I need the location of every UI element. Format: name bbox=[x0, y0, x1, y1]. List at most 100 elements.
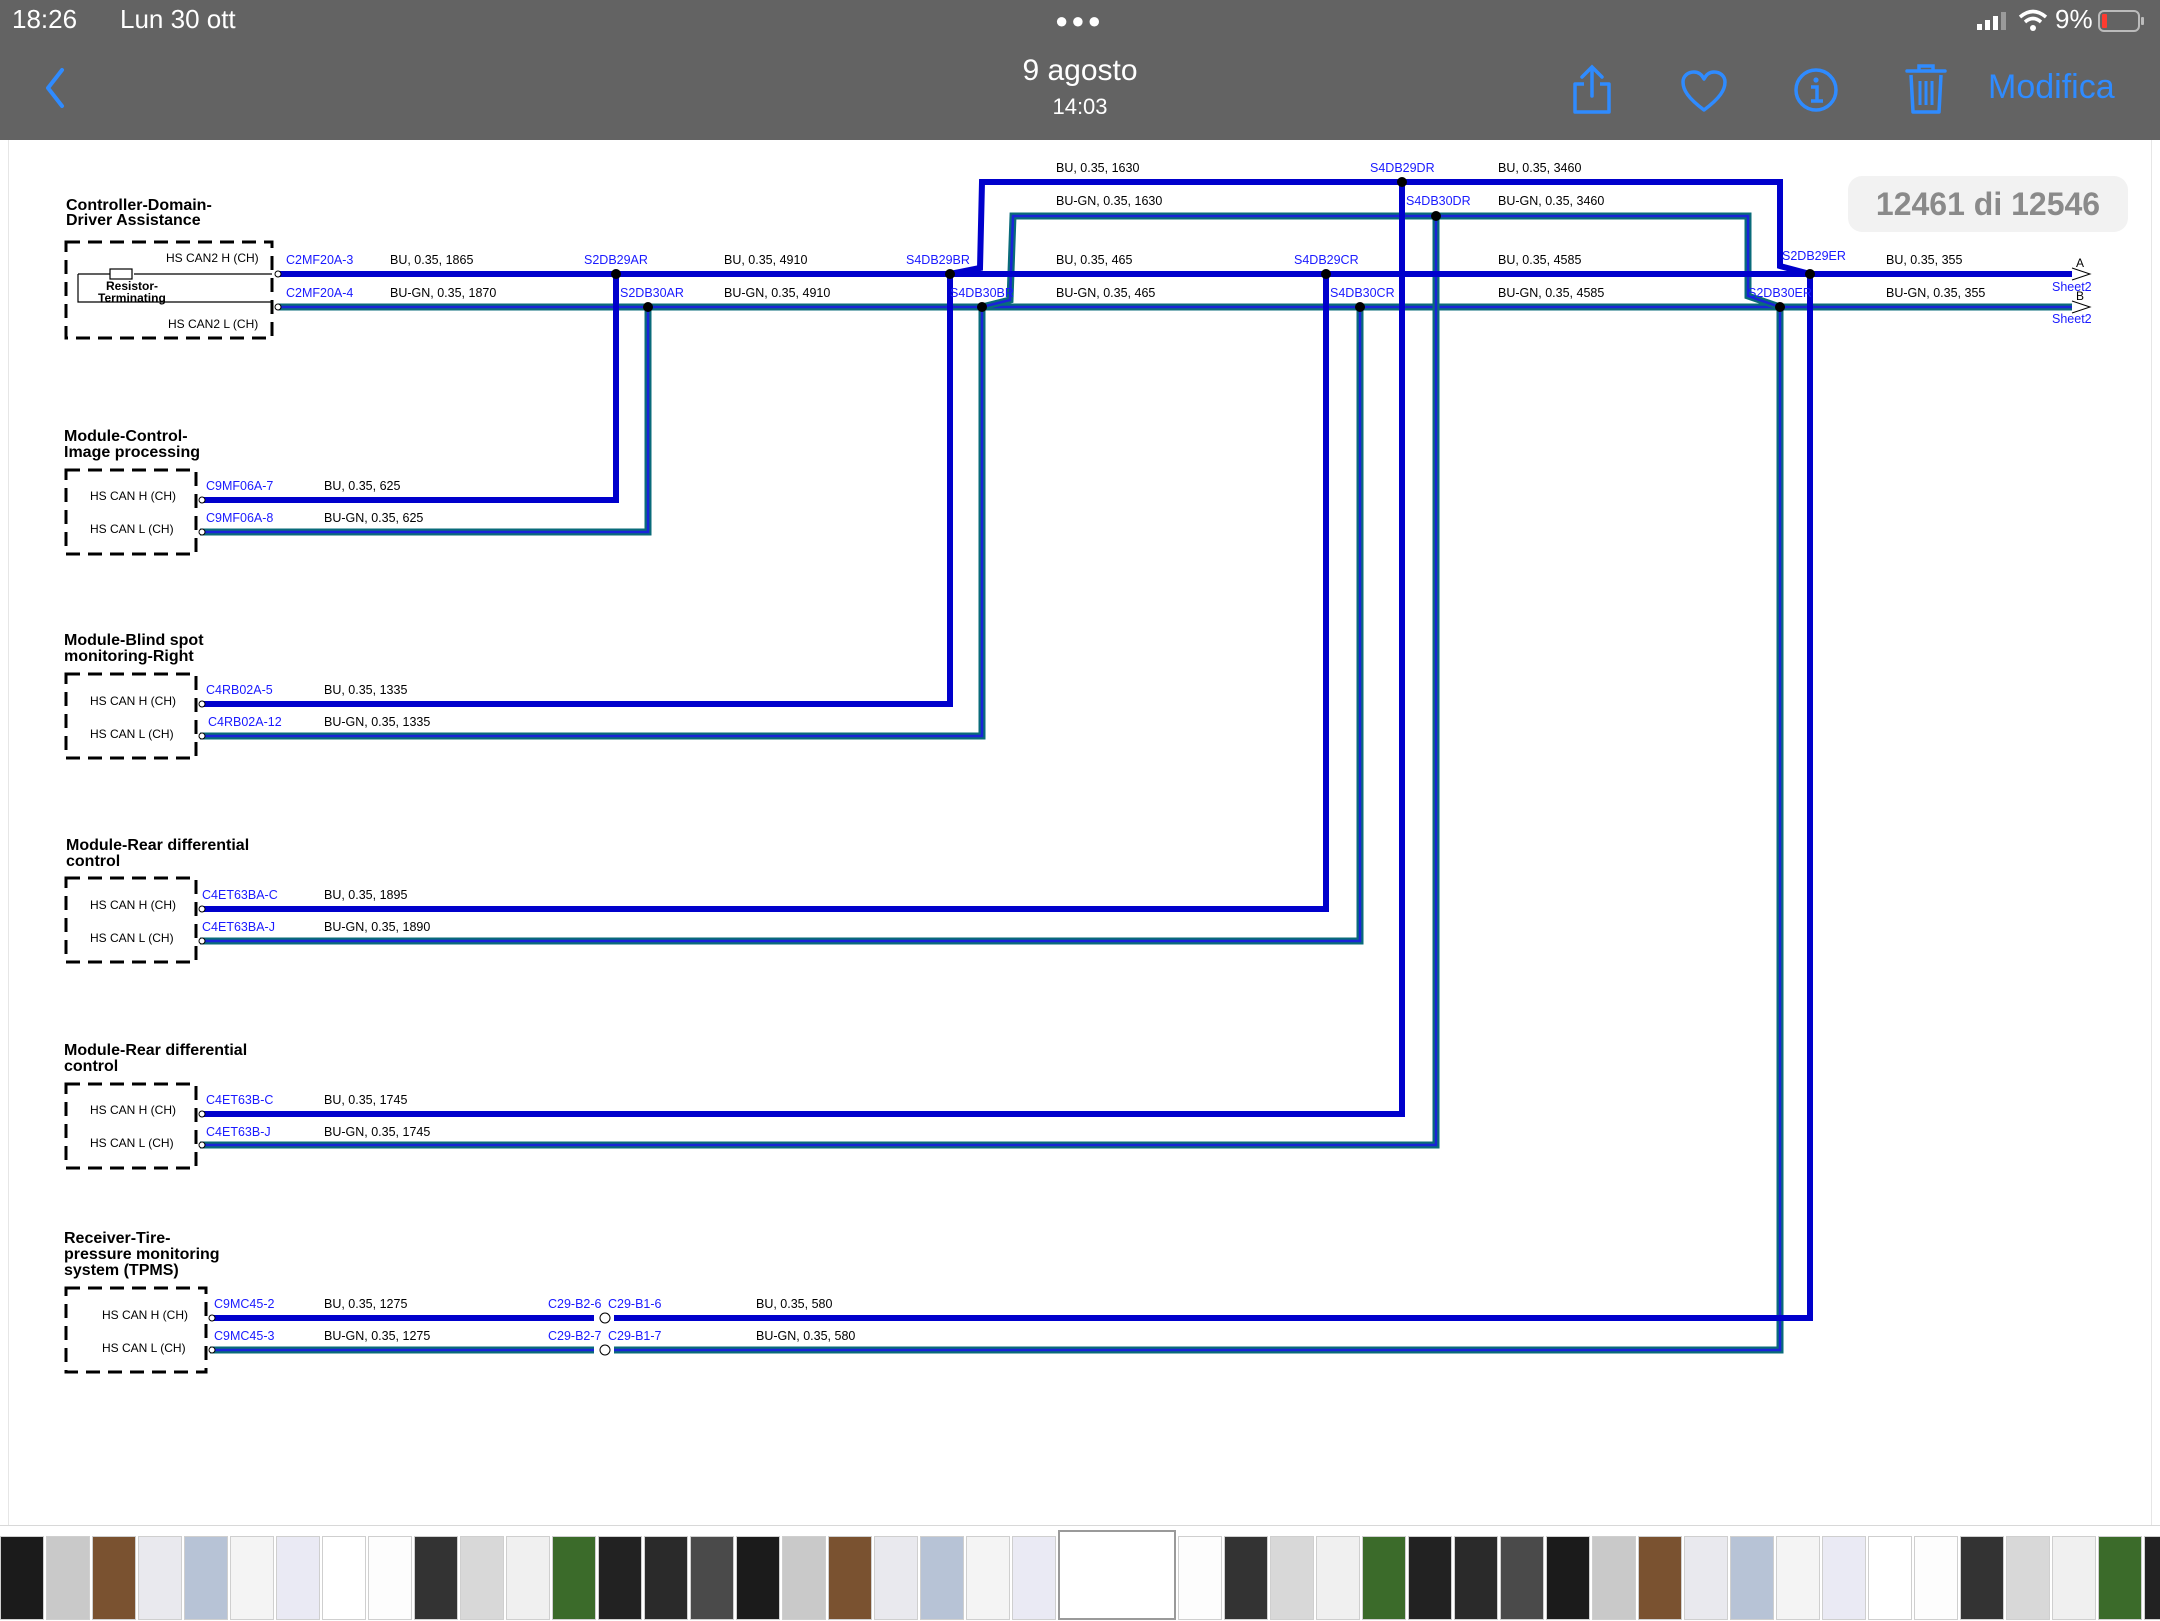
thumbnail[interactable] bbox=[184, 1536, 228, 1620]
connector-label: C9MC45-2 bbox=[214, 1297, 274, 1311]
pin-label: HS CAN L (CH) bbox=[90, 1136, 174, 1150]
thumbnail[interactable] bbox=[2052, 1536, 2096, 1620]
wifi-icon bbox=[2018, 9, 2048, 31]
thumbnail[interactable] bbox=[874, 1536, 918, 1620]
pin-label: HS CAN H (CH) bbox=[90, 898, 176, 912]
battery-percent: 9% bbox=[2055, 4, 2093, 34]
thumbnail[interactable] bbox=[1270, 1536, 1314, 1620]
thumbnail[interactable] bbox=[276, 1536, 320, 1620]
module-title: monitoring-Right bbox=[64, 648, 194, 665]
wire-label: BU, 0.35, 4585 bbox=[1498, 253, 1581, 267]
thumbnail[interactable] bbox=[598, 1536, 642, 1620]
thumbnail[interactable] bbox=[920, 1536, 964, 1620]
wire-label: BU, 0.35, 4910 bbox=[724, 253, 807, 267]
thumbnail[interactable] bbox=[1546, 1536, 1590, 1620]
thumbnail[interactable] bbox=[1822, 1536, 1866, 1620]
pin-label: HS CAN H (CH) bbox=[90, 1103, 176, 1117]
thumbnail[interactable] bbox=[1178, 1536, 1222, 1620]
thumbnail[interactable] bbox=[368, 1536, 412, 1620]
sheet-link[interactable]: Sheet2 bbox=[2052, 312, 2092, 326]
wire-label: BU-GN, 0.35, 355 bbox=[1886, 286, 1985, 300]
pin-label: HS CAN L (CH) bbox=[90, 931, 174, 945]
thumbnail[interactable] bbox=[1058, 1530, 1176, 1620]
module-title: control bbox=[66, 853, 120, 870]
splice-label: S2DB29ER bbox=[1782, 249, 1846, 263]
thumbnail[interactable] bbox=[736, 1536, 780, 1620]
module-box bbox=[64, 672, 198, 760]
thumbnail[interactable] bbox=[46, 1536, 90, 1620]
module-title: Module-Rear differential bbox=[64, 1042, 247, 1059]
thumbnail[interactable] bbox=[414, 1536, 458, 1620]
thumbnail[interactable] bbox=[506, 1536, 550, 1620]
thumbnail[interactable] bbox=[1408, 1536, 1452, 1620]
thumbnail[interactable] bbox=[1684, 1536, 1728, 1620]
thumbnail[interactable] bbox=[1868, 1536, 1912, 1620]
back-chevron-icon[interactable] bbox=[40, 64, 70, 112]
wire-label: BU-GN, 0.35, 1745 bbox=[324, 1125, 430, 1139]
thumbnail[interactable] bbox=[966, 1536, 1010, 1620]
thumbnail[interactable] bbox=[2098, 1536, 2142, 1620]
wire-label: BU, 0.35, 580 bbox=[756, 1297, 832, 1311]
wire-label: BU-GN, 0.35, 580 bbox=[756, 1329, 855, 1343]
wire-label: BU, 0.35, 355 bbox=[1886, 253, 1962, 267]
thumbnail[interactable] bbox=[1500, 1536, 1544, 1620]
thumbnail[interactable] bbox=[460, 1536, 504, 1620]
module-title: Driver Assistance bbox=[66, 212, 201, 229]
thumbnail[interactable] bbox=[2006, 1536, 2050, 1620]
thumbnail[interactable] bbox=[1012, 1536, 1056, 1620]
pin-label: HS CAN2 L (CH) bbox=[168, 317, 258, 331]
wire-label: BU, 0.35, 1745 bbox=[324, 1093, 407, 1107]
splice-label: S4DB30BR bbox=[950, 286, 1014, 300]
status-time: 18:26 bbox=[12, 4, 78, 34]
connector-label: C4ET63BA-J bbox=[202, 920, 275, 934]
thumbnail[interactable] bbox=[644, 1536, 688, 1620]
thumbnail[interactable] bbox=[1316, 1536, 1360, 1620]
wire-label: BU, 0.35, 1630 bbox=[1056, 161, 1139, 175]
thumbnail[interactable] bbox=[92, 1536, 136, 1620]
module-blind-spot-right: Module-Blind spot monitoring-Right HS CA… bbox=[64, 632, 204, 760]
edit-button[interactable]: Modifica bbox=[1988, 68, 2115, 107]
thumbnail[interactable] bbox=[782, 1536, 826, 1620]
thumbnail-filmstrip[interactable] bbox=[0, 1525, 2160, 1621]
thumbnail[interactable] bbox=[1776, 1536, 1820, 1620]
connector-label: C4ET63B-C bbox=[206, 1093, 273, 1107]
pin-label: HS CAN H (CH) bbox=[90, 489, 176, 503]
thumbnail[interactable] bbox=[1638, 1536, 1682, 1620]
connector-labels: C2MF20A-3 C2MF20A-4 C9MF06A-7 C9MF06A-8 … bbox=[202, 253, 662, 1343]
thumbnail[interactable] bbox=[1454, 1536, 1498, 1620]
thumbnail[interactable] bbox=[0, 1536, 44, 1620]
wire-label: BU-GN, 0.35, 3460 bbox=[1498, 194, 1604, 208]
thumbnail[interactable] bbox=[2144, 1536, 2160, 1620]
thumbnail[interactable] bbox=[828, 1536, 872, 1620]
thumbnail[interactable] bbox=[552, 1536, 596, 1620]
thumbnail[interactable] bbox=[1362, 1536, 1406, 1620]
share-icon[interactable] bbox=[1570, 64, 1614, 116]
photo-viewer[interactable]: .bu { fill:none; stroke:#0000cc; stroke-… bbox=[0, 140, 2160, 1525]
thumbnail[interactable] bbox=[1224, 1536, 1268, 1620]
module-controller-domain: Controller-Domain- Driver Assistance HS … bbox=[64, 197, 274, 340]
heart-icon[interactable] bbox=[1680, 70, 1728, 114]
sheet-link[interactable]: Sheet2 bbox=[2052, 280, 2092, 294]
photo-nav-bar: 9 agosto 14:03 Modifica bbox=[0, 40, 2160, 140]
splice-label: S2DB30AR bbox=[620, 286, 684, 300]
module-title: Receiver-Tire- bbox=[64, 1230, 170, 1247]
wire-label: BU-GN, 0.35, 1630 bbox=[1056, 194, 1162, 208]
pin-label: HS CAN2 H (CH) bbox=[166, 251, 259, 265]
thumbnail[interactable] bbox=[1960, 1536, 2004, 1620]
thumbnail[interactable] bbox=[1914, 1536, 1958, 1620]
thumbnail[interactable] bbox=[230, 1536, 274, 1620]
wire-label: BU, 0.35, 1865 bbox=[390, 253, 473, 267]
wire-label: BU-GN, 0.35, 1335 bbox=[324, 715, 430, 729]
multitasking-dots-icon[interactable]: ●●● bbox=[1055, 8, 1104, 34]
thumbnail[interactable] bbox=[1730, 1536, 1774, 1620]
module-title: control bbox=[64, 1058, 118, 1075]
thumbnail[interactable] bbox=[690, 1536, 734, 1620]
thumbnail[interactable] bbox=[138, 1536, 182, 1620]
thumbnail[interactable] bbox=[1592, 1536, 1636, 1620]
trash-icon[interactable] bbox=[1904, 62, 1948, 116]
thumbnail[interactable] bbox=[322, 1536, 366, 1620]
info-icon[interactable] bbox=[1792, 66, 1840, 114]
wire-label: BU-GN, 0.35, 465 bbox=[1056, 286, 1155, 300]
offpage-connectors: A B Sheet2 Sheet2 bbox=[2052, 256, 2092, 326]
connector-label: C2MF20A-3 bbox=[286, 253, 353, 267]
